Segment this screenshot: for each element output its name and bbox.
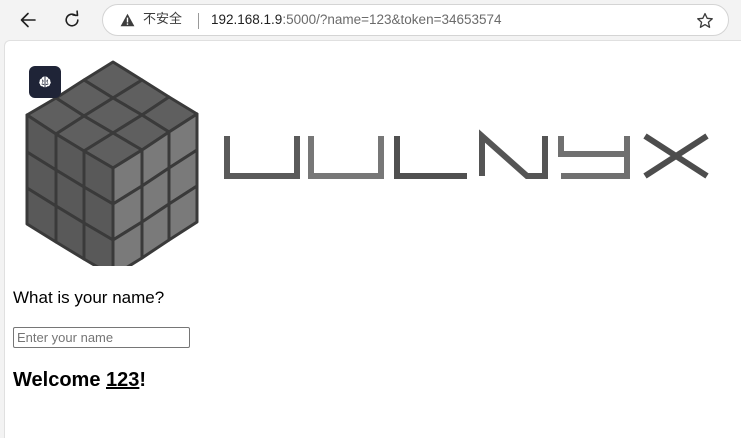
wordmark-letter-3 bbox=[394, 136, 467, 179]
welcome-username: 123 bbox=[106, 369, 140, 391]
wordmark-letter-4 bbox=[479, 129, 548, 179]
name-input[interactable] bbox=[13, 327, 190, 348]
url-text[interactable]: 192.168.1.9:5000/?name=123&token=3465357… bbox=[211, 12, 502, 28]
wordmark-letter-6 bbox=[643, 133, 709, 179]
browser-toolbar: 不安全 192.168.1.9:5000/?name=123&token=346… bbox=[0, 0, 741, 40]
security-status-text[interactable]: 不安全 bbox=[143, 12, 182, 28]
reload-button[interactable] bbox=[56, 4, 88, 36]
wordmark-letter-5 bbox=[558, 136, 630, 179]
wordmark-letter-1 bbox=[224, 136, 300, 179]
bookmark-star-icon[interactable] bbox=[696, 12, 714, 30]
brain-icon bbox=[39, 76, 51, 88]
welcome-heading: Welcome 123! bbox=[13, 368, 146, 392]
brain-extension-button[interactable] bbox=[29, 66, 61, 98]
url-host: 192.168.1.9 bbox=[211, 12, 283, 27]
reload-icon bbox=[65, 10, 79, 27]
back-button[interactable] bbox=[12, 4, 44, 36]
vulnyx-logo bbox=[25, 60, 709, 266]
name-question: What is your name? bbox=[13, 288, 165, 307]
address-divider bbox=[198, 13, 199, 29]
arrow-left-icon bbox=[20, 12, 36, 28]
welcome-suffix: ! bbox=[139, 369, 147, 391]
vulnyx-wordmark bbox=[224, 129, 709, 179]
address-bar[interactable]: 不安全 192.168.1.9:5000/?name=123&token=346… bbox=[102, 4, 729, 36]
warning-icon[interactable] bbox=[120, 13, 135, 27]
page-viewport: What is your name? Welcome 123! bbox=[4, 40, 741, 438]
url-path: :5000/?name=123&token=34653574 bbox=[282, 12, 502, 27]
wordmark-letter-2 bbox=[308, 136, 384, 179]
welcome-prefix: Welcome bbox=[13, 369, 106, 391]
